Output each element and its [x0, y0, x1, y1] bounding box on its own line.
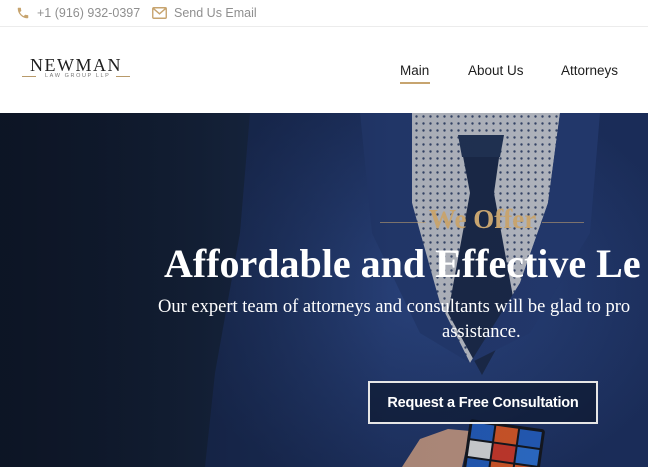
- phone-icon: [17, 7, 29, 19]
- logo-subtitle: LAW GROUP LLP: [45, 73, 111, 79]
- nav-item-main[interactable]: Main: [400, 63, 429, 78]
- eyebrow-divider-left: [380, 222, 426, 223]
- site-header: NEWMAN LAW GROUP LLP Main About Us Attor…: [0, 27, 648, 113]
- hero-subtext-line-1: Our expert team of attorneys and consult…: [158, 297, 631, 317]
- site-logo[interactable]: NEWMAN LAW GROUP LLP: [22, 56, 132, 82]
- hero-eyebrow: We Offer: [429, 204, 537, 234]
- logo-divider-left: [22, 76, 36, 77]
- hero-section: We Offer Affordable and Effective Le Our…: [0, 113, 648, 467]
- nav-active-indicator: [400, 82, 430, 84]
- send-email-label: Send Us Email: [174, 6, 257, 20]
- envelope-icon: [152, 7, 167, 19]
- send-email-link[interactable]: Send Us Email: [152, 0, 257, 26]
- logo-divider-right: [116, 76, 130, 77]
- request-consultation-button[interactable]: Request a Free Consultation: [368, 381, 598, 424]
- eyebrow-divider-right: [542, 222, 584, 223]
- hero-subtext-line-2: assistance.: [442, 322, 521, 342]
- hero-headline: Affordable and Effective Le: [164, 241, 641, 286]
- phone-link[interactable]: +1 (916) 932-0397: [16, 0, 140, 26]
- top-contact-bar: +1 (916) 932-0397 Send Us Email: [0, 0, 648, 27]
- nav-item-attorneys[interactable]: Attorneys: [561, 63, 618, 78]
- phone-number: +1 (916) 932-0397: [37, 6, 141, 20]
- nav-item-about-us[interactable]: About Us: [468, 63, 524, 78]
